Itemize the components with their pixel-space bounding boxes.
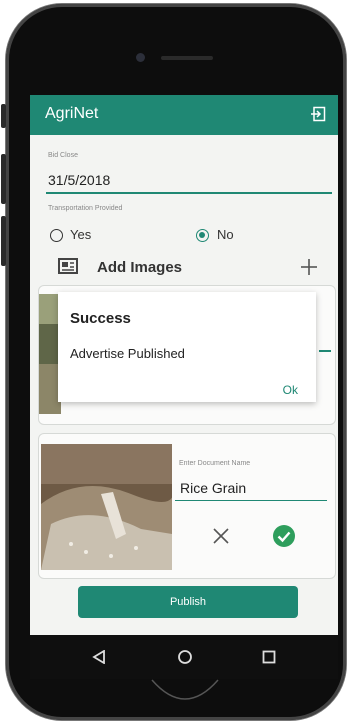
check-circle-icon[interactable] — [272, 524, 296, 548]
success-dialog: Success Advertise Published Ok — [58, 292, 316, 402]
close-icon[interactable] — [212, 527, 230, 545]
recents-icon[interactable] — [262, 650, 276, 664]
yes-radio-label: Yes — [70, 227, 92, 242]
dialog-ok-button[interactable]: Ok — [283, 383, 298, 397]
bid-close-label: Bid Close — [48, 152, 78, 159]
bid-close-field[interactable]: 31/5/2018 — [48, 172, 110, 188]
earpiece-speaker — [161, 56, 213, 60]
dialog-title: Success — [70, 310, 131, 327]
remove-line[interactable] — [319, 350, 331, 352]
document-name-input[interactable]: Rice Grain — [180, 480, 246, 496]
plus-icon[interactable] — [300, 258, 318, 276]
transport-label: Transportation Provided — [48, 205, 123, 212]
app-screen: AgriNet Bid Close 31/5/2018 Transportati… — [30, 95, 338, 635]
back-icon[interactable] — [92, 650, 106, 664]
no-radio-label: No — [217, 227, 234, 242]
add-images-label: Add Images — [97, 259, 183, 276]
bid-close-underline — [46, 192, 332, 194]
logout-icon[interactable] — [310, 106, 326, 122]
app-title: AgriNet — [45, 105, 99, 122]
home-button-outline — [151, 679, 219, 700]
dialog-message: Advertise Published — [70, 346, 185, 361]
volume-down-button — [1, 216, 6, 266]
app-bar: AgriNet — [30, 95, 338, 135]
document-name-underline — [175, 500, 327, 501]
image-icon — [58, 258, 78, 274]
volume-up-button — [1, 154, 6, 204]
image-card: Enter Document Name Rice Grain — [38, 433, 336, 579]
yes-radio[interactable] — [50, 229, 63, 242]
document-name-label: Enter Document Name — [179, 460, 251, 467]
mute-switch — [1, 104, 6, 128]
no-radio[interactable] — [196, 229, 209, 242]
publish-button[interactable]: Publish — [78, 586, 298, 618]
front-camera — [136, 53, 145, 62]
rice-sack-image — [41, 444, 172, 570]
home-icon[interactable] — [177, 649, 193, 665]
nav-bar — [30, 635, 338, 679]
